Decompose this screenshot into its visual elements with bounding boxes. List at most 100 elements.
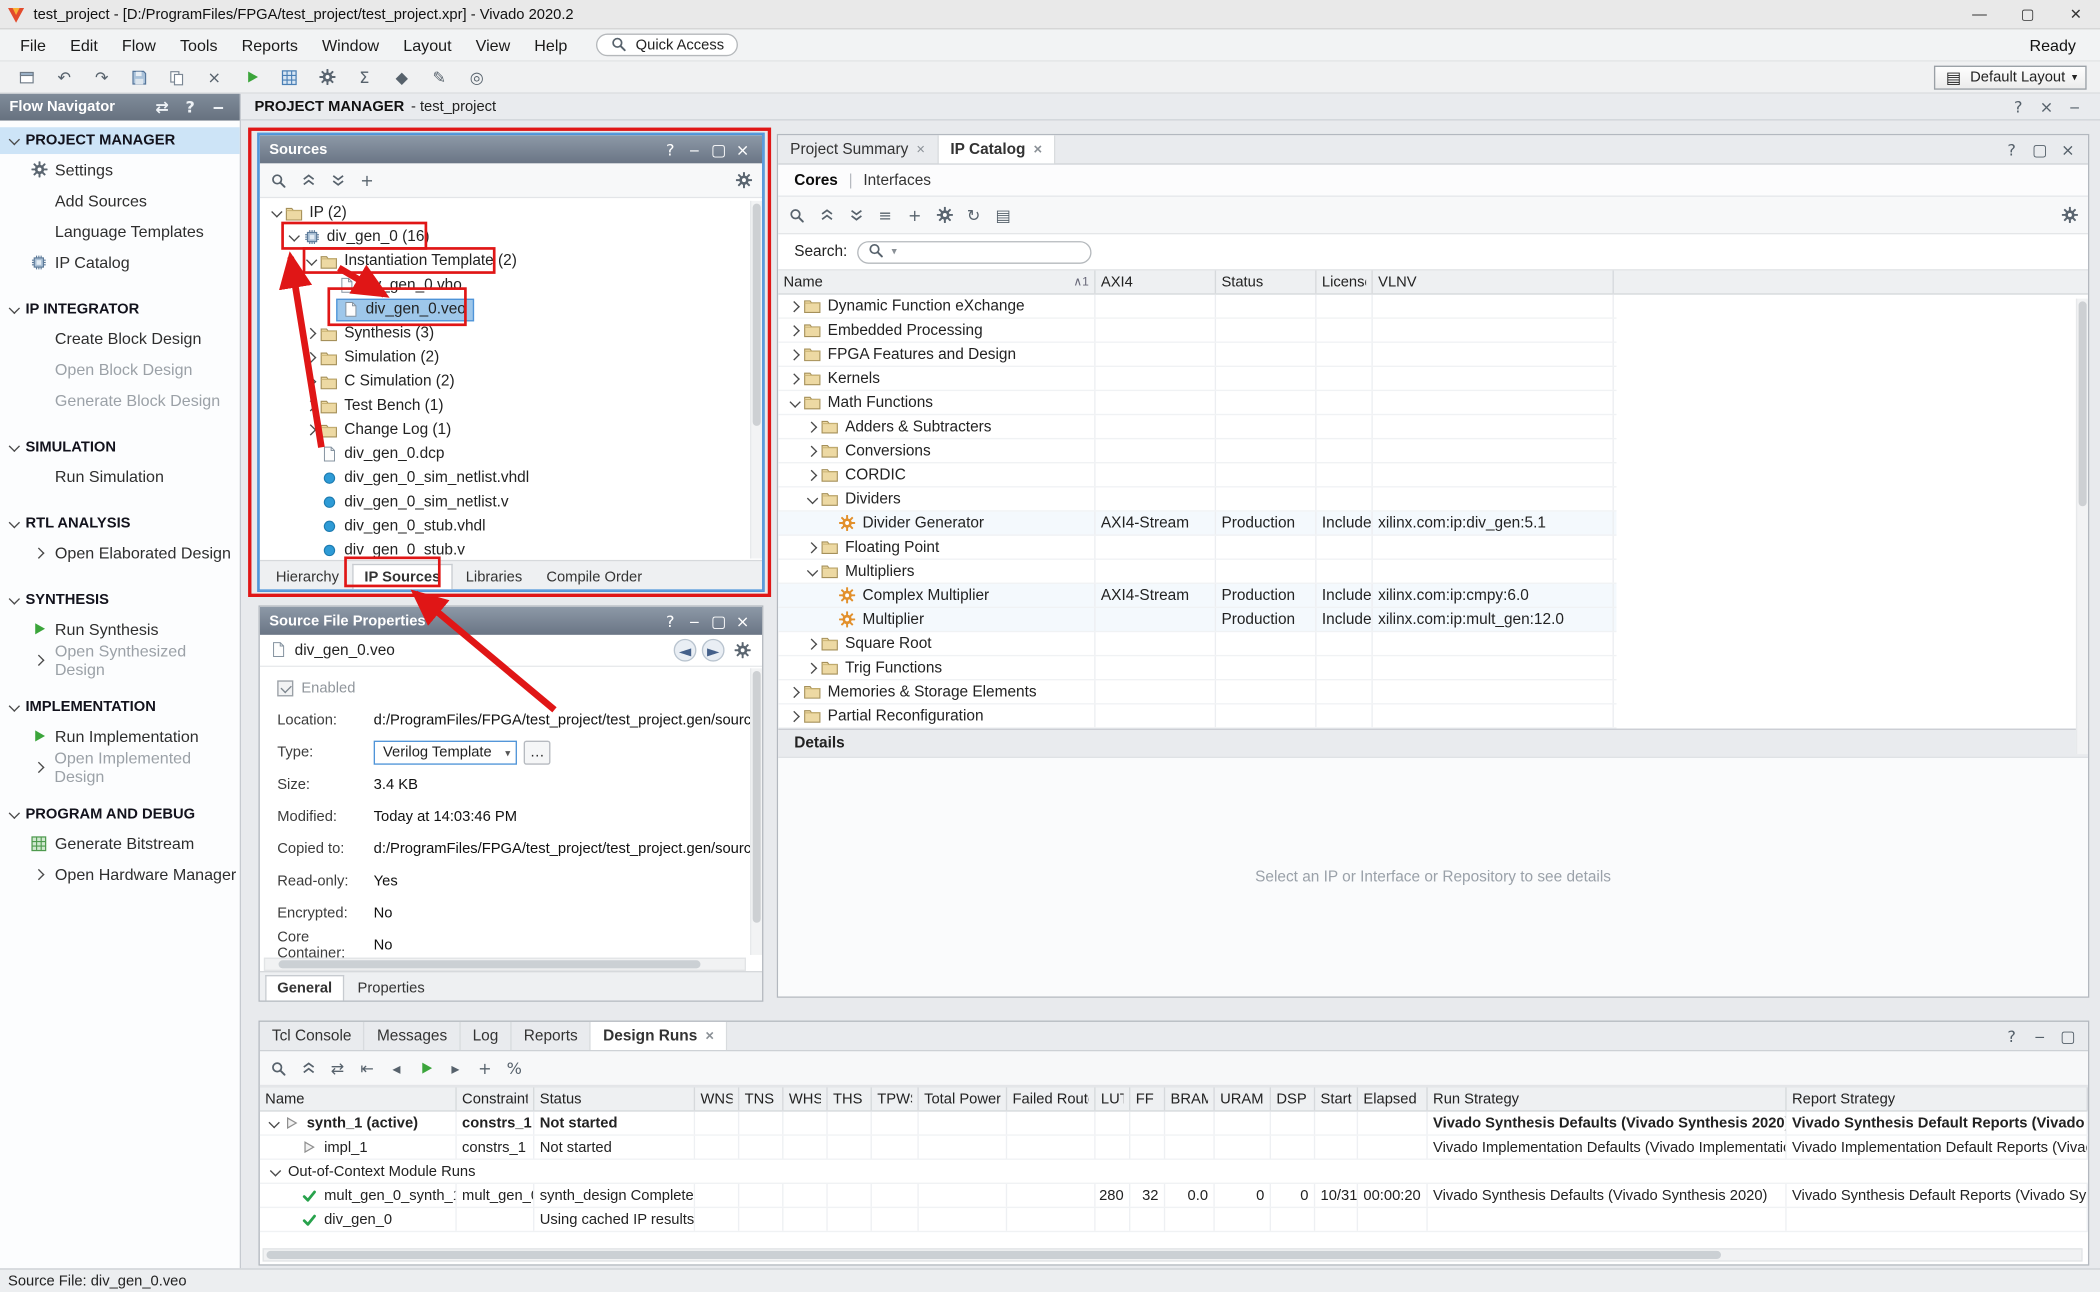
ellipsis-button[interactable]: … [524, 741, 551, 765]
catalog-row-fpga-features-and-design[interactable]: FPGA Features and Design [778, 343, 1616, 367]
flownav-swap-button[interactable]: ⇄ [150, 96, 174, 119]
sources-settings-button[interactable] [731, 169, 755, 192]
flownav-section-simulation[interactable]: SIMULATION [0, 434, 240, 461]
design-runs-collapse-all-button[interactable] [296, 1057, 320, 1080]
expand-icon[interactable] [305, 376, 316, 387]
sources-tab-hierarchy[interactable]: Hierarchy [265, 564, 349, 589]
column-header-ff[interactable]: FF [1130, 1088, 1165, 1111]
sources-expand-all-button[interactable] [325, 169, 349, 192]
editor-tab-project-summary[interactable]: Project Summary× [778, 135, 938, 163]
flownav-item-open-hardware-manager[interactable]: Open Hardware Manager [0, 858, 240, 889]
design-runs-horizontal-scrollbar[interactable] [263, 1248, 2083, 1261]
tree-item-synthesis[interactable]: Synthesis (3) [260, 321, 762, 345]
tree-item-div-gen-0-stub-v[interactable]: div_gen_0_stub.v [260, 538, 762, 559]
catalog-row-dividers[interactable]: Dividers [778, 488, 1616, 512]
sources-tab-libraries[interactable]: Libraries [455, 564, 533, 589]
collapse-icon[interactable] [306, 255, 317, 266]
flownav-item-open-block-design[interactable]: Open Block Design [0, 354, 240, 385]
tree-item-div-gen-0-stub-vhdl[interactable]: div_gen_0_stub.vhdl [260, 514, 762, 538]
sources-help-button[interactable]: ? [660, 138, 680, 161]
column-header-total-power[interactable]: Total Power [919, 1088, 1007, 1111]
tree-item-ip[interactable]: IP (2) [260, 201, 762, 225]
console-minimize-button[interactable]: ‒ [2028, 1025, 2052, 1048]
catalog-row-complex-multiplier[interactable]: Complex MultiplierAXI4-StreamProductionI… [778, 584, 1616, 608]
column-header-constraints[interactable]: Constraints [457, 1088, 535, 1111]
design-runs-skip-to-start-button[interactable]: ⇤ [355, 1057, 379, 1080]
column-header-lut[interactable]: LUT [1096, 1088, 1131, 1111]
scrollbar-thumb[interactable] [753, 204, 761, 426]
column-header-bram[interactable]: BRAM [1165, 1088, 1215, 1111]
expand-icon[interactable] [806, 469, 817, 480]
flownav-item-open-elaborated-design[interactable]: Open Elaborated Design [0, 537, 240, 568]
tree-item-instantiation-template[interactable]: Instantiation Template (2) [260, 249, 762, 273]
banner-help-button[interactable]: ? [2006, 95, 2030, 118]
expand-icon[interactable] [789, 710, 800, 721]
back-button[interactable]: ◄ [674, 639, 697, 662]
menu-flow[interactable]: Flow [110, 30, 168, 59]
expand-icon[interactable] [305, 352, 316, 363]
flownav-item-generate-bitstream[interactable]: Generate Bitstream [0, 828, 240, 859]
flownav-item-ip-catalog[interactable]: IP Catalog [0, 246, 240, 277]
sources-search-button[interactable] [267, 169, 291, 192]
catalog-row-adders-subtracters[interactable]: Adders & Subtracters [778, 415, 1616, 439]
flownav-help-button[interactable]: ? [178, 96, 202, 119]
toolbar-redo-button[interactable]: ↷ [86, 64, 118, 91]
menu-window[interactable]: Window [310, 30, 391, 59]
run-row-div-gen-0[interactable]: div_gen_0Using cached IP results [260, 1208, 2088, 1232]
design-runs-percent-button[interactable]: % [502, 1057, 526, 1080]
column-header-uram[interactable]: URAM [1215, 1088, 1271, 1111]
expand-icon[interactable] [806, 541, 817, 552]
expand-icon[interactable] [789, 324, 800, 335]
console-tab-reports[interactable]: Reports [512, 1022, 591, 1050]
collapse-icon[interactable] [807, 565, 818, 576]
properties-minimize-button[interactable]: ‒ [684, 609, 704, 632]
menu-file[interactable]: File [8, 30, 58, 59]
console-tab-messages[interactable]: Messages [365, 1022, 461, 1050]
column-header-axi4[interactable]: AXI4 [1096, 271, 1217, 294]
toolbar-synthesize-button[interactable]: ◆ [386, 64, 418, 91]
sources-minimize-button[interactable]: ‒ [684, 138, 704, 161]
catalog-row-kernels[interactable]: Kernels [778, 367, 1616, 391]
catalog-help-button[interactable]: ? [2000, 138, 2024, 161]
properties-vertical-scrollbar[interactable] [750, 668, 762, 955]
design-runs-search-button[interactable] [267, 1057, 291, 1080]
column-header-dsp[interactable]: DSP [1271, 1088, 1315, 1111]
catalog-search-input[interactable]: ▾ [857, 240, 1091, 263]
catalog-row-trig-functions[interactable]: Trig Functions [778, 656, 1616, 680]
properties-tab-general[interactable]: General [265, 975, 344, 1000]
flownav-section-synthesis[interactable]: SYNTHESIS [0, 587, 240, 614]
expand-icon[interactable] [806, 445, 817, 456]
flownav-item-run-simulation[interactable]: Run Simulation [0, 461, 240, 492]
column-header-failed-routes[interactable]: Failed Routes [1007, 1088, 1095, 1111]
expand-icon[interactable] [806, 421, 817, 432]
column-header-wns[interactable]: WNS [695, 1088, 739, 1111]
sources-float-button[interactable]: ▢ [708, 138, 728, 161]
properties-close-button[interactable]: × [733, 609, 753, 632]
catalog-add-repository-button[interactable]: + [903, 204, 927, 227]
catalog-hierarchy-button[interactable]: ≡ [873, 204, 897, 227]
forward-button[interactable]: ► [702, 639, 725, 662]
design-runs-step-back-button[interactable]: ◂ [384, 1057, 408, 1080]
catalog-row-floating-point[interactable]: Floating Point [778, 536, 1616, 560]
tree-item-div-gen-0[interactable]: div_gen_0 (16) [260, 225, 762, 249]
flownav-section-project-manager[interactable]: PROJECT MANAGER [0, 127, 240, 154]
catalog-row-multipliers[interactable]: Multipliers [778, 560, 1616, 584]
tree-item-div-gen-0-dcp[interactable]: div_gen_0.dcp [260, 442, 762, 466]
type-dropdown[interactable]: Verilog Template▾ [374, 741, 517, 765]
flownav-item-open-implemented-design[interactable]: Open Implemented Design [0, 751, 240, 782]
expand-icon[interactable] [806, 662, 817, 673]
menu-layout[interactable]: Layout [391, 30, 463, 59]
scrollbar-thumb[interactable] [267, 1251, 1721, 1259]
flownav-item-run-synthesis[interactable]: Run Synthesis [0, 613, 240, 644]
flownav-item-settings[interactable]: Settings [0, 154, 240, 185]
flownav-item-language-templates[interactable]: Language Templates [0, 216, 240, 247]
catalog-details-view-button[interactable]: ▤ [991, 204, 1015, 227]
tree-item-simulation[interactable]: Simulation (2) [260, 346, 762, 370]
tree-item-div-gen-0-sim-netlist-v[interactable]: div_gen_0_sim_netlist.v [260, 490, 762, 514]
properties-settings-button[interactable] [730, 639, 754, 662]
scrollbar-thumb[interactable] [279, 960, 701, 968]
sources-tab-compile-order[interactable]: Compile Order [536, 564, 653, 589]
collapse-icon[interactable] [789, 396, 800, 407]
column-header-elapsed[interactable]: Elapsed [1358, 1088, 1428, 1111]
toolbar-settings-button[interactable] [311, 64, 343, 91]
